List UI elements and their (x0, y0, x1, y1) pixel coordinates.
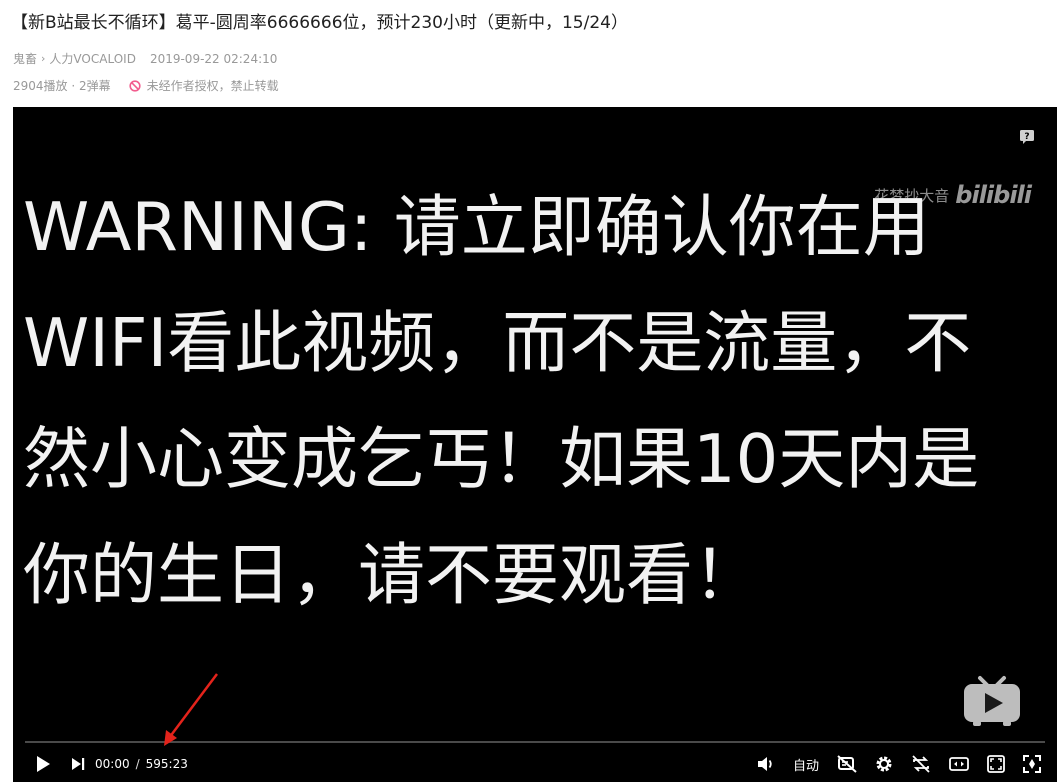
publish-time: 2019-09-22 02:24:10 (149, 51, 278, 66)
next-button[interactable] (71, 757, 85, 771)
web-fullscreen-icon (987, 755, 1005, 773)
chevron-right-icon: › (41, 52, 46, 65)
quality-selector[interactable]: 自动 (793, 755, 819, 774)
video-title: 【新B站最长不循环】葛平-圆周率6666666位，预计230小时（更新中，15/… (11, 13, 628, 33)
gear-icon (876, 756, 892, 772)
volume-button[interactable] (757, 756, 775, 772)
category-child-link[interactable]: 人力VOCALOID (49, 50, 136, 67)
svg-text:?: ? (1024, 132, 1029, 142)
copyright-notice-text: 未经作者授权，禁止转载 (146, 79, 279, 93)
time-separator: / (135, 757, 140, 771)
danmaku-off-icon (837, 755, 857, 773)
web-fullscreen-button[interactable] (987, 755, 1005, 773)
right-controls: 自动 (757, 755, 1041, 774)
widescreen-button[interactable] (949, 756, 969, 772)
volume-icon (757, 757, 772, 771)
forbidden-icon (129, 79, 141, 92)
next-icon (72, 758, 85, 770)
video-frame-warning-text: WARNING: 请立即确认你在用 WIFI看此视频，而不是流量，不 然小心变成… (23, 188, 980, 614)
video-meta-row: 鬼畜 › 人力VOCALOID 2019-09-22 02:24:10 (13, 50, 277, 67)
play-button[interactable] (35, 755, 51, 773)
widescreen-icon (949, 757, 969, 771)
help-icon[interactable]: ? (1019, 129, 1035, 145)
loop-icon (912, 755, 930, 773)
time-display: 00:00 / 595:23 (95, 757, 188, 771)
bilibili-tv-icon[interactable] (963, 675, 1021, 727)
fullscreen-button[interactable] (1023, 755, 1041, 773)
annotation-arrow (164, 673, 218, 746)
current-time: 00:00 (95, 757, 130, 771)
category-parent-link[interactable]: 鬼畜 (13, 50, 37, 67)
copyright-notice: 未经作者授权，禁止转载 (129, 77, 279, 94)
view-danmaku-count: 2904播放 · 2弹幕 (13, 79, 111, 93)
settings-button[interactable] (875, 755, 893, 773)
play-icon (37, 756, 50, 772)
fullscreen-icon (1023, 755, 1041, 773)
danmaku-toggle[interactable] (837, 755, 857, 773)
loop-button[interactable] (911, 755, 931, 773)
video-stats-row: 2904播放 · 2弹幕 未经作者授权，禁止转载 (13, 77, 279, 94)
duration: 595:23 (145, 757, 188, 771)
